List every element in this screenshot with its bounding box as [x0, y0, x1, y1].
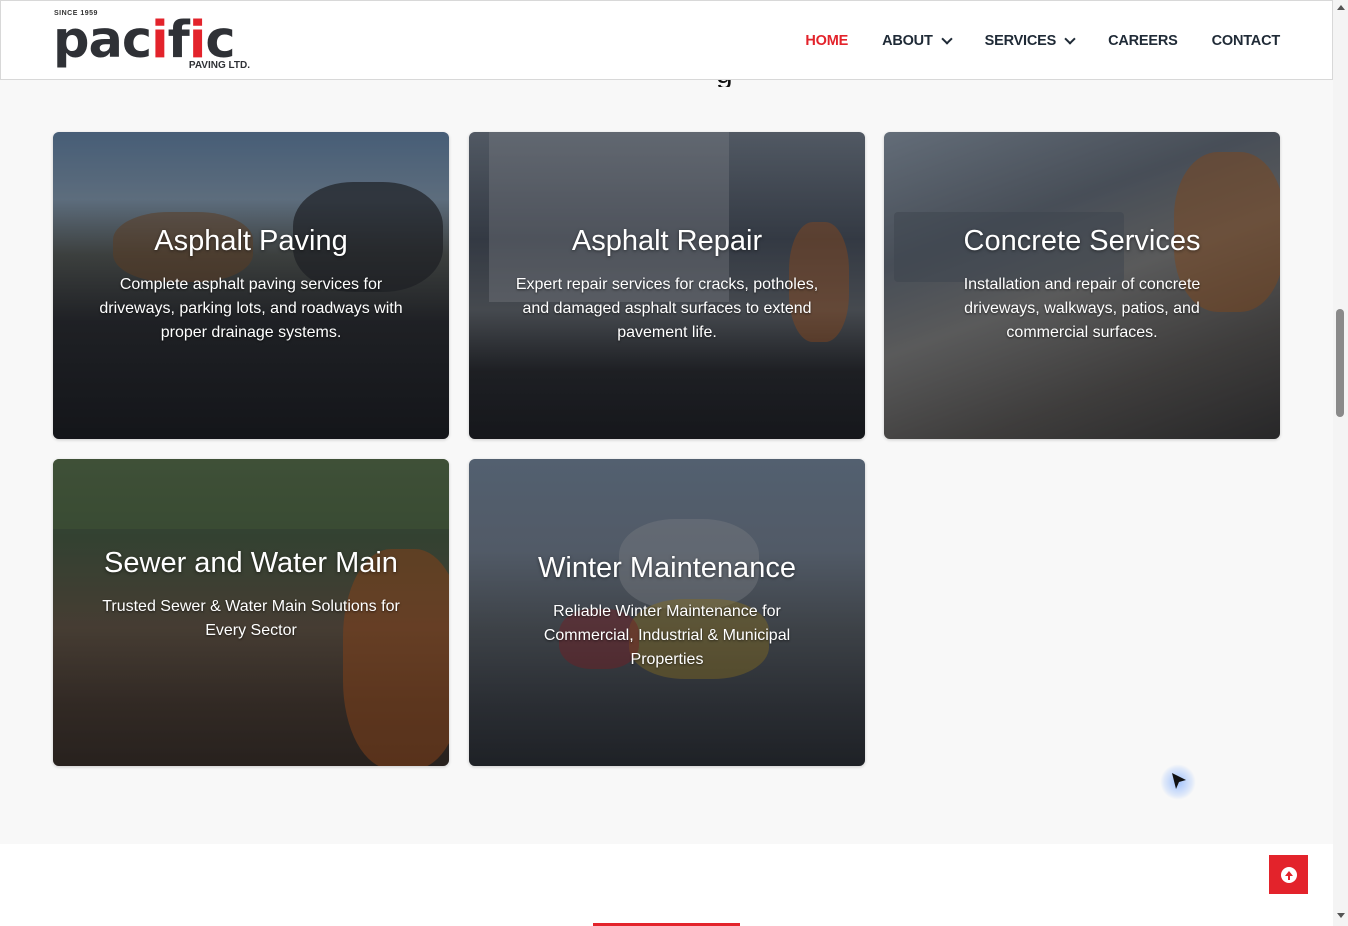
service-description: Trusted Sewer & Water Main Solutions for… — [102, 598, 400, 639]
service-card-concrete-services[interactable]: Concrete Services Installation and repai… — [884, 132, 1280, 439]
service-title: Sewer and Water Main — [104, 547, 398, 579]
logo-subtitle: PAVING LTD. — [188, 60, 250, 71]
pacific-paving-logo[interactable]: SINCE 1959 pacific PAVING LTD. — [53, 10, 253, 72]
page-scrollbar[interactable] — [1333, 0, 1348, 926]
scroll-down-arrow-icon[interactable] — [1337, 913, 1345, 918]
service-card-asphalt-paving[interactable]: Asphalt Paving Complete asphalt paving s… — [53, 132, 449, 439]
service-description: Installation and repair of concrete driv… — [963, 276, 1201, 341]
service-description: Expert repair services for cracks, potho… — [515, 276, 819, 341]
service-card-winter-maintenance[interactable]: Winter Maintenance Reliable Winter Maint… — [469, 459, 865, 766]
site-header: SINCE 1959 pacific PAVING LTD. HOME ABOU… — [0, 0, 1333, 80]
scroll-up-arrow-icon[interactable] — [1337, 5, 1345, 10]
nav-item-services[interactable]: SERVICES — [985, 33, 1076, 49]
service-title: Concrete Services — [963, 225, 1201, 257]
service-title: Winter Maintenance — [538, 552, 796, 584]
chevron-down-icon — [940, 33, 953, 45]
service-description: Complete asphalt paving services for dri… — [99, 276, 403, 341]
nav-item-home[interactable]: HOME — [805, 33, 848, 49]
service-title: Asphalt Paving — [154, 225, 348, 257]
service-card-asphalt-repair[interactable]: Asphalt Repair Expert repair services fo… — [469, 132, 865, 439]
pointer-cursor-icon — [1160, 764, 1196, 800]
service-card-sewer-and-water-main[interactable]: Sewer and Water Main Trusted Sewer & Wat… — [53, 459, 449, 766]
main-nav: HOME ABOUT SERVICES CAREERS CONTACT — [805, 31, 1280, 51]
nav-item-contact[interactable]: CONTACT — [1212, 33, 1281, 49]
nav-item-careers[interactable]: CAREERS — [1108, 33, 1178, 49]
back-to-top-button[interactable] — [1269, 855, 1308, 894]
next-section — [0, 844, 1333, 926]
nav-item-about[interactable]: ABOUT — [882, 33, 953, 49]
scrollbar-thumb[interactable] — [1336, 309, 1344, 417]
section-heading-partial: g — [716, 79, 738, 87]
chevron-down-icon — [1064, 33, 1076, 45]
service-description: Reliable Winter Maintenance for Commerci… — [543, 603, 791, 668]
service-title: Asphalt Repair — [571, 225, 763, 257]
arrow-up-circle-icon — [1280, 866, 1297, 883]
